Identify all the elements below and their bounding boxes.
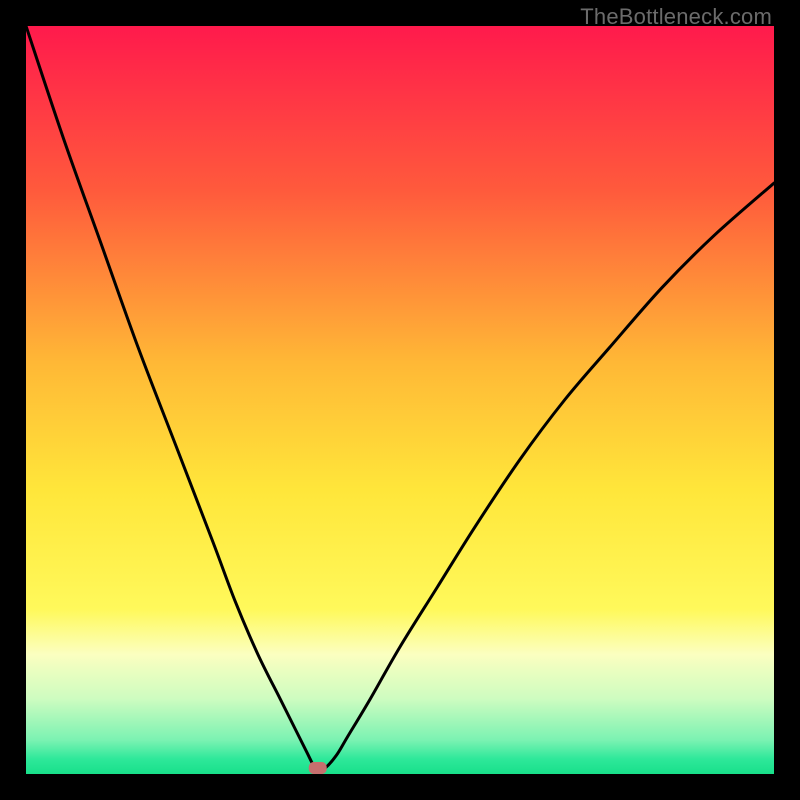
watermark-text: TheBottleneck.com xyxy=(580,4,772,30)
bottleneck-chart xyxy=(26,26,774,774)
gradient-background xyxy=(26,26,774,774)
chart-frame xyxy=(26,26,774,774)
optimal-marker xyxy=(309,762,327,774)
